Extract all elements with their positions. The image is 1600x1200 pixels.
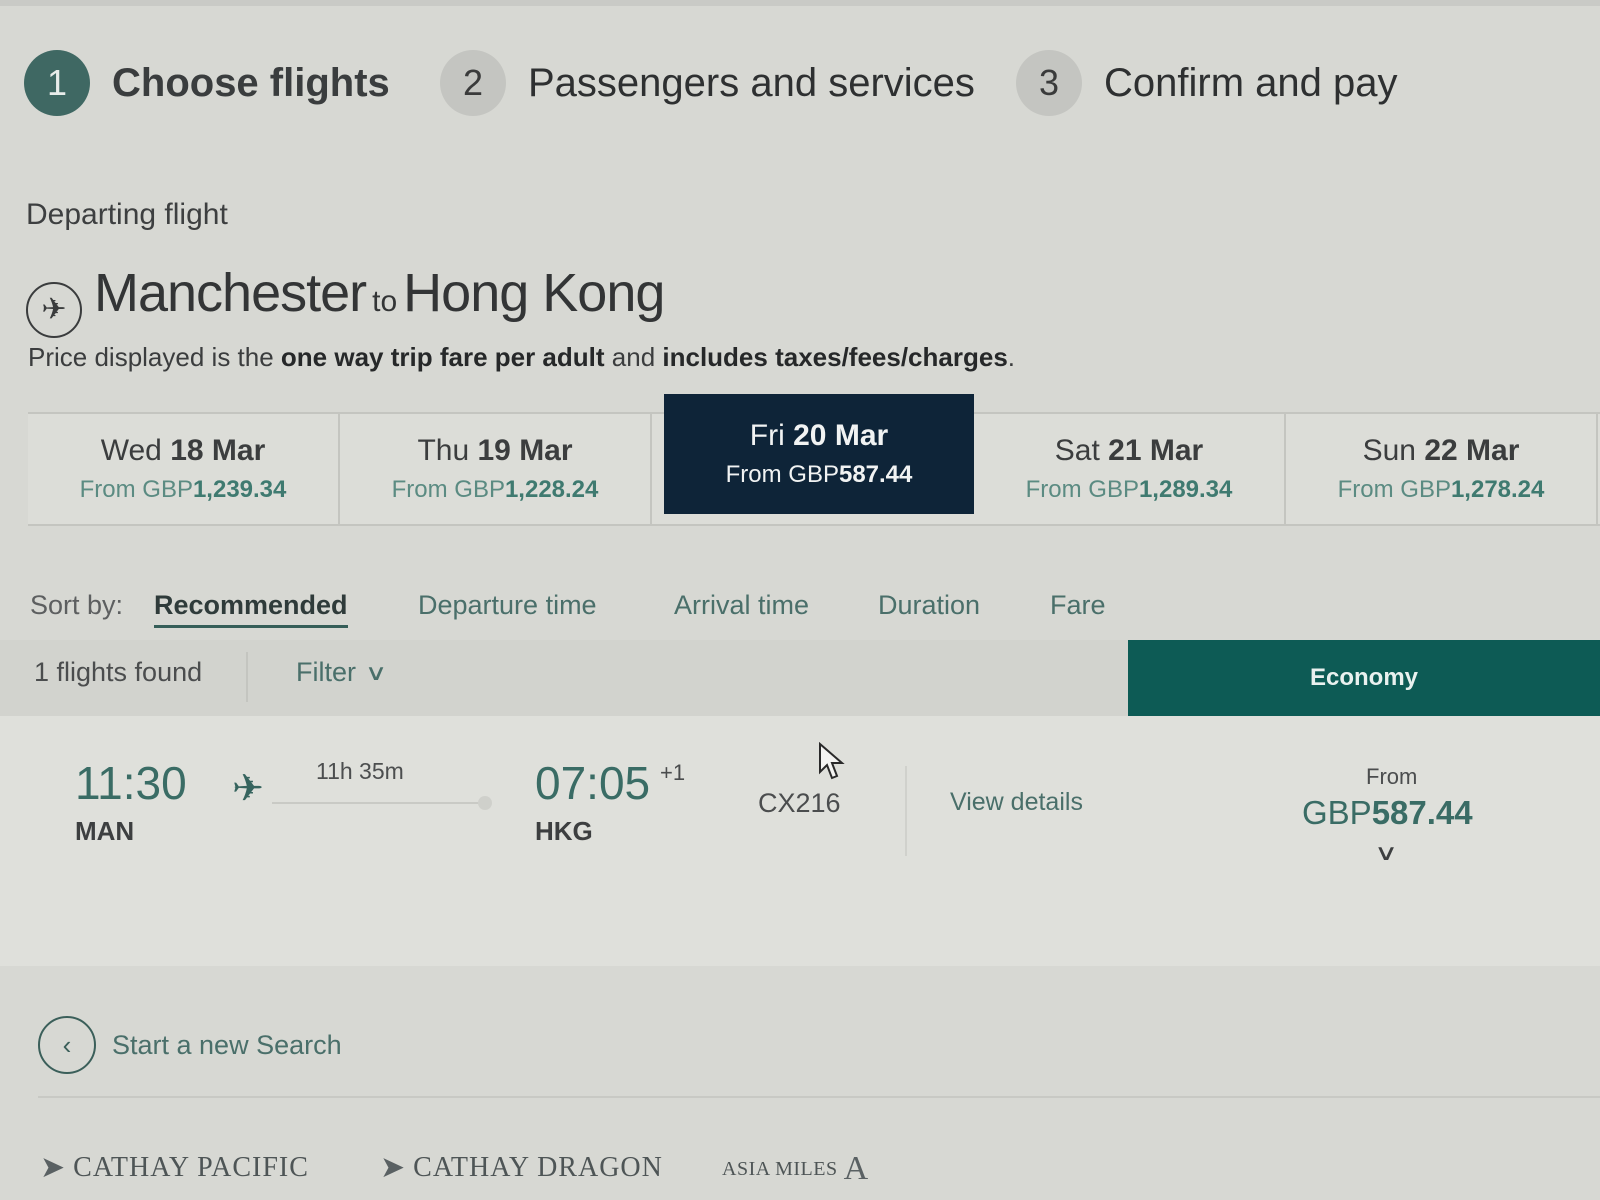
duration-endpoint [478,796,492,810]
step-number: 1 [24,50,90,116]
date-tab-selected[interactable]: Fri 20 Mar From GBP587.44 [664,394,974,514]
departure-time: 11:30 [75,757,187,809]
flight-number: CX216 [758,788,841,818]
divider [905,766,907,856]
cathay-pacific-logo[interactable]: ➤ CATHAY PACIFIC [40,1150,309,1185]
flight-result-row[interactable]: 11:30 MAN ✈ 11h 35m 07:05 +1 HKG CX216 V… [0,716,1600,966]
date-tab[interactable]: Thu 19 Mar From GBP1,228.24 [340,414,652,524]
date-selector: Wed 18 Mar From GBP1,239.34 Thu 19 Mar F… [28,394,1600,526]
destination-city: Hong Kong [403,263,665,323]
cathay-dragon-logo[interactable]: ➤ CATHAY DRAGON [380,1150,663,1185]
results-header: 1 flights found Filter ∨ Economy [0,640,1600,716]
day-offset: +1 [660,760,686,785]
step-label: Passengers and services [528,60,975,105]
sort-arrival-time[interactable]: Arrival time [674,590,809,621]
date-tab[interactable]: Sat 21 Mar From GBP1,289.34 [974,414,1286,524]
step-label: Confirm and pay [1104,60,1398,105]
route-connector: to [372,285,398,318]
brushwing-icon: ➤ [380,1151,406,1184]
sort-recommended[interactable]: Recommended [154,590,348,628]
chevron-left-icon: ‹ [38,1016,96,1074]
arrival-airport-code: HKG [535,816,593,846]
departing-flight-label: Departing flight [26,198,228,231]
route-title: ✈ Manchester to Hong Kong [26,262,665,338]
sort-departure-time[interactable]: Departure time [418,590,597,621]
fare-from-label: From [1366,764,1418,789]
view-details-link[interactable]: View details [950,788,1083,817]
step-label: Choose flights [112,60,390,105]
step-confirm-pay[interactable]: 3 Confirm and pay [1016,50,1397,116]
booking-steps: 1 Choose flights 2 Passengers and servic… [24,50,1584,120]
fare-price[interactable]: GBP587.44 [1302,794,1473,832]
step-number: 2 [440,50,506,116]
asia-miles-a-icon: A [843,1150,869,1187]
flight-duration: 11h 35m [316,758,404,784]
step-number: 3 [1016,50,1082,116]
sort-fare[interactable]: Fare [1050,590,1106,621]
step-passengers-services[interactable]: 2 Passengers and services [440,50,975,116]
flights-found-count: 1 flights found [34,657,203,687]
departure-airport-code: MAN [75,816,135,846]
step-choose-flights[interactable]: 1 Choose flights [24,50,390,116]
mouse-cursor-icon [819,742,845,780]
date-tab[interactable]: Sun 22 Mar From GBP1,278.24 [1286,414,1598,524]
plane-icon: ✈ [232,768,264,810]
divider [246,652,248,702]
new-search-label: Start a new Search [112,1029,342,1060]
sort-label: Sort by: [30,590,124,620]
cabin-economy-tab[interactable]: Economy [1128,640,1600,716]
duration-line [272,802,482,804]
footer-divider [38,1096,1600,1098]
sort-duration[interactable]: Duration [878,590,980,621]
plane-icon: ✈ [26,281,82,338]
arrival-time: 07:05 [535,757,651,809]
filter-label: Filter [296,657,356,687]
date-tab[interactable]: Wed 18 Mar From GBP1,239.34 [28,414,340,524]
asia-miles-logo[interactable]: ASIA MILES A [722,1150,868,1188]
price-note: Price displayed is the one way trip fare… [28,342,1016,372]
top-border [0,0,1600,6]
chevron-down-icon[interactable]: ∨ [1374,840,1398,866]
new-search-button[interactable]: ‹ Start a new Search [38,1016,342,1074]
chevron-down-icon: ∨ [364,659,388,685]
origin-city: Manchester [94,263,367,323]
filter-button[interactable]: Filter ∨ [296,657,387,688]
brushwing-icon: ➤ [40,1151,66,1184]
